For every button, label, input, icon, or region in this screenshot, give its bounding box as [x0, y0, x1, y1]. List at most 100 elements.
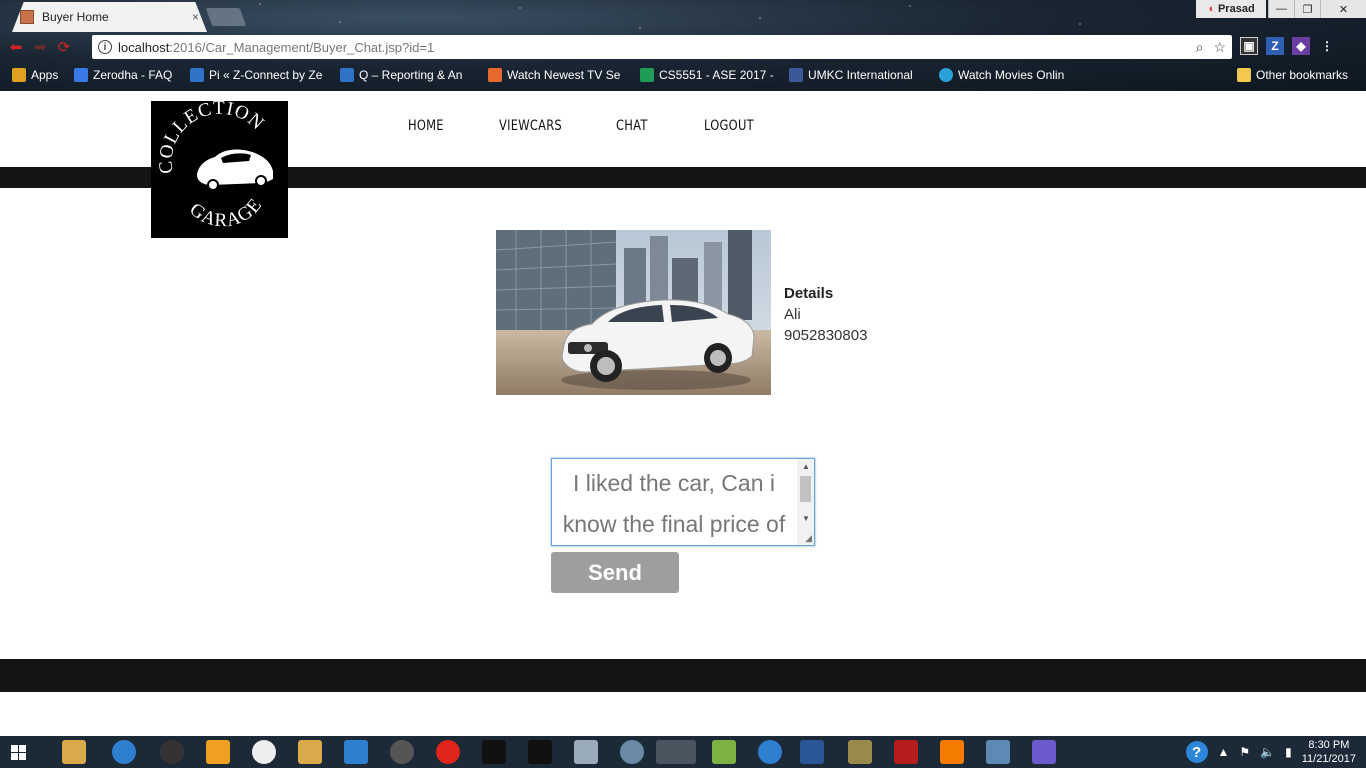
zoom-extension-icon[interactable]: Z: [1266, 37, 1284, 55]
bookmark-apps[interactable]: Apps: [12, 68, 67, 82]
restore-icon[interactable]: ❐: [1294, 0, 1320, 18]
tab-close-icon[interactable]: ×: [192, 10, 199, 24]
windows-logo-icon: [10, 744, 26, 760]
hp-icon[interactable]: [252, 740, 276, 764]
bookmark-doc-icon: [340, 68, 354, 82]
intellij-icon[interactable]: [528, 740, 552, 764]
battery-icon[interactable]: ▮: [1285, 745, 1292, 759]
seller-details: Details Ali 9052830803: [784, 283, 867, 346]
nav-viewcars[interactable]: VIEWCARS: [499, 118, 562, 134]
extension-icon[interactable]: ◆: [1292, 37, 1310, 55]
bookmark-watch-movies[interactable]: Watch Movies Onlin: [939, 68, 1073, 82]
desktop-app-icon[interactable]: [986, 740, 1010, 764]
app-r-icon[interactable]: [758, 740, 782, 764]
eclipse-icon[interactable]: [390, 740, 414, 764]
windows-taskbar: ? ▲ ⚑ 🔈 ▮ 8:30 PM 11/21/2017: [0, 736, 1366, 768]
url-host: localhost: [118, 39, 170, 55]
tab-favicon-icon: [20, 10, 34, 24]
vlc-icon[interactable]: [940, 740, 964, 764]
logo-bottom-text: GARAGE: [185, 194, 265, 231]
bookmark-doc-icon: [74, 68, 88, 82]
seller-phone: 9052830803: [784, 327, 868, 344]
omnibox-actions: ⌕ ☆: [1196, 39, 1226, 56]
bookmark-zerodha-faq[interactable]: Zerodha - FAQ: [74, 68, 178, 82]
seller-name: Ali: [784, 306, 801, 323]
extension-badge-icon[interactable]: ▣: [1240, 37, 1258, 55]
bookmark-umkc[interactable]: UMKC International: [789, 68, 921, 82]
action-center-flag-icon[interactable]: ⚑: [1239, 745, 1250, 759]
apps-grid-icon: [12, 68, 26, 82]
word-icon[interactable]: [800, 740, 824, 764]
scroll-up-icon[interactable]: ▲: [802, 462, 810, 471]
nav-home[interactable]: HOME: [408, 118, 444, 134]
virtualbox-icon[interactable]: [574, 740, 598, 764]
car-image: [496, 230, 771, 395]
bookmark-cs5551[interactable]: CS5551 - ASE 2017 -: [640, 68, 776, 82]
new-tab-button[interactable]: [205, 8, 247, 26]
movie-site-icon: [939, 68, 953, 82]
start-button[interactable]: [0, 736, 36, 768]
message-textarea[interactable]: I liked the car, Can i know the final pr…: [551, 458, 815, 546]
url-path: :2016/Car_Management/Buyer_Chat.jsp?id=1: [169, 39, 435, 55]
browser-menu-icon[interactable]: ⋮: [1318, 37, 1336, 55]
opera-icon[interactable]: [436, 740, 460, 764]
close-window-icon[interactable]: ✕: [1320, 0, 1366, 18]
zoom-icon[interactable]: ⌕: [1196, 39, 1204, 56]
footer-band: [0, 659, 1366, 692]
network-app-icon[interactable]: [620, 740, 644, 764]
web-page: HOME VIEWCARS CHAT LOGOUT COLLECTION GAR…: [0, 91, 1366, 736]
car-photo: [496, 230, 771, 395]
app-window-icon[interactable]: [344, 740, 368, 764]
file-explorer-icon[interactable]: [62, 740, 86, 764]
tool-app-icon[interactable]: [848, 740, 872, 764]
resize-handle-icon[interactable]: ◢: [805, 533, 812, 544]
facebook-icon: [789, 68, 803, 82]
extension-icons: ▣ Z ◆ ⋮: [1240, 37, 1336, 55]
site-info-icon[interactable]: i: [98, 40, 112, 54]
tab-title: Buyer Home: [42, 10, 109, 24]
classic-car-icon: [197, 149, 273, 191]
chrome-taskbar-button[interactable]: [656, 740, 696, 764]
visual-studio-icon[interactable]: [1032, 740, 1056, 764]
send-button[interactable]: Send: [551, 552, 679, 593]
scroll-down-icon[interactable]: ▼: [802, 514, 810, 523]
message-text: I liked the car, Can i know the final pr…: [562, 470, 786, 537]
bookmark-z-connect[interactable]: Pi « Z-Connect by Ze: [190, 68, 322, 82]
folder-icon: [1237, 68, 1251, 82]
svg-text:GARAGE: GARAGE: [185, 194, 266, 231]
scroll-thumb[interactable]: [800, 476, 811, 502]
profile-button[interactable]: ◖ Prasad: [1196, 0, 1266, 18]
address-bar[interactable]: i localhost :2016/Car_Management/Buyer_C…: [92, 35, 1232, 59]
video-player-icon[interactable]: [206, 740, 230, 764]
media-app-icon[interactable]: [160, 740, 184, 764]
bookmark-tv-icon: [488, 68, 502, 82]
nav-logout[interactable]: LOGOUT: [704, 118, 754, 134]
forward-arrow-icon[interactable]: ➡: [28, 35, 52, 59]
android-studio-icon[interactable]: [712, 740, 736, 764]
acrobat-icon[interactable]: [894, 740, 918, 764]
details-title: Details: [784, 285, 834, 302]
system-tray: ? ▲ ⚑ 🔈 ▮ 8:30 PM 11/21/2017: [1185, 736, 1366, 768]
bookmark-star-icon[interactable]: ☆: [1213, 39, 1226, 56]
notes-app-icon[interactable]: [298, 740, 322, 764]
browser-chrome: Buyer Home × ◖ Prasad — ❐ ✕ ⬅ ➡ ⟳ i loca…: [0, 0, 1366, 91]
sheets-icon: [640, 68, 654, 82]
help-icon[interactable]: ?: [1185, 741, 1208, 763]
volume-icon[interactable]: 🔈: [1260, 745, 1275, 759]
reload-icon[interactable]: ⟳: [52, 35, 76, 59]
minimize-icon[interactable]: —: [1268, 0, 1294, 18]
site-logo[interactable]: COLLECTION GARAGE: [151, 98, 288, 238]
webstorm-icon[interactable]: [482, 740, 506, 764]
browser-tab[interactable]: Buyer Home ×: [12, 2, 207, 32]
taskbar-clock[interactable]: 8:30 PM 11/21/2017: [1302, 738, 1356, 766]
bookmark-watch-tv[interactable]: Watch Newest TV Se: [488, 68, 626, 82]
tray-overflow-icon[interactable]: ▲: [1218, 745, 1230, 759]
profile-icon: ◖: [1207, 3, 1214, 15]
profile-name: Prasad: [1217, 3, 1255, 15]
bookmark-reporting[interactable]: Q – Reporting & An: [340, 68, 472, 82]
back-arrow-icon[interactable]: ⬅: [4, 35, 28, 59]
clock-time: 8:30 PM: [1308, 739, 1350, 751]
internet-explorer-icon[interactable]: [112, 740, 136, 764]
nav-chat[interactable]: CHAT: [616, 118, 648, 134]
bookmark-other[interactable]: Other bookmarks: [1237, 68, 1362, 82]
